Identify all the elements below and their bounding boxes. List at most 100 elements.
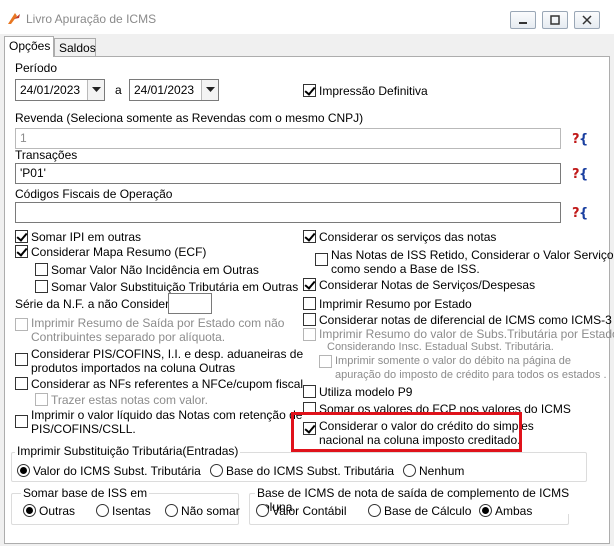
iss-outras-label: Outras [39, 504, 76, 518]
icms-base-calculo-label: Base de Cálculo [384, 504, 472, 518]
subst-valor-radio[interactable] [17, 464, 30, 477]
iss-retido-checkbox[interactable] [315, 253, 328, 266]
chevron-down-icon[interactable] [201, 80, 218, 100]
nfce-cupom-checkbox[interactable] [15, 377, 28, 390]
servicos-notas-label: Considerar os serviços das notas [319, 230, 497, 244]
iss-group-title: Somar base de ISS em [21, 486, 150, 500]
iss-nao-somar-label: Não somar [181, 504, 240, 518]
resumo-saida-estado-label-1: Imprimir Resumo de Saída por Estado com … [31, 316, 285, 330]
tab-saldos[interactable]: Saldos [54, 38, 96, 56]
diferencial-icms-label: Considerar notas de diferencial de ICMS … [319, 313, 612, 327]
somente-debito-checkbox[interactable] [319, 355, 332, 368]
subst-nenhum-label: Nenhum [419, 464, 465, 478]
notas-servicos-despesas-label: Considerar Notas de Serviços/Despesas [319, 278, 536, 292]
periodo-start-date[interactable]: 24/01/2023 [15, 79, 105, 101]
iss-nao-somar-radio[interactable] [165, 504, 178, 517]
maximize-icon [550, 15, 560, 25]
icms-valor-contabil-label: Valor Contábil [272, 504, 347, 518]
resumo-subst-estado-label-1: Imprimir Resumo do valor de Subs.Tributá… [319, 327, 614, 341]
impressao-definitiva-checkbox[interactable] [303, 84, 316, 97]
periodo-end-value: 24/01/2023 [134, 83, 195, 97]
svg-text:{: { [579, 132, 588, 147]
icms-base-calculo-radio[interactable] [368, 504, 381, 517]
trazer-notas-valor-checkbox[interactable] [35, 393, 48, 406]
maximize-button[interactable] [542, 11, 568, 29]
pis-cofins-importados-checkbox[interactable] [15, 353, 28, 366]
iss-isentas-label: Isentas [112, 504, 151, 518]
valor-liquido-retencao-label-2: PIS/COFINS/CSLL. [31, 422, 136, 436]
iss-retido-label-1: Nas Notas de ISS Retido, Considerar o Va… [331, 248, 614, 262]
minimize-button[interactable] [510, 11, 536, 29]
svg-text:{: { [579, 167, 588, 182]
subst-group-title: Imprimir Substituição Tributária(Entrada… [15, 444, 241, 458]
transacoes-lookup-button[interactable]: ? { [569, 163, 591, 183]
valor-liquido-retencao-checkbox[interactable] [15, 415, 28, 428]
close-icon [582, 15, 592, 25]
subst-valor-label: Valor do ICMS Subst. Tributária [33, 464, 201, 478]
serie-nf-input[interactable] [168, 293, 212, 314]
pis-cofins-importados-label-2: produtos importados na coluna Outras [31, 361, 236, 375]
impressao-definitiva-label: Impressão Definitiva [319, 84, 428, 98]
minimize-icon [519, 22, 527, 24]
periodo-end-date[interactable]: 24/01/2023 [129, 79, 219, 101]
app-logo-icon [8, 13, 20, 24]
cfop-label: Códigos Fiscais de Operação [15, 187, 173, 201]
somar-ipi-checkbox[interactable] [15, 230, 28, 243]
revenda-input[interactable]: 1 [15, 128, 561, 149]
title-bar: Livro Apuração de ICMS [0, 0, 614, 34]
highlight-box [291, 412, 522, 452]
subst-base-radio[interactable] [210, 464, 223, 477]
periodo-label: Período [15, 61, 58, 75]
resumo-subst-estado-checkbox[interactable] [303, 328, 316, 341]
iss-outras-radio[interactable] [23, 504, 36, 517]
servicos-notas-checkbox[interactable] [303, 230, 316, 243]
window-title: Livro Apuração de ICMS [26, 12, 157, 26]
cfop-input[interactable] [15, 202, 561, 223]
chevron-down-icon[interactable] [87, 80, 104, 100]
lookup-icon: ? { [572, 132, 588, 147]
lookup-icon: ? { [572, 167, 588, 182]
periodo-separator: a [115, 83, 122, 97]
window: Livro Apuração de ICMS Opções Saldos Per… [0, 0, 614, 546]
resumo-estado-checkbox[interactable] [303, 297, 316, 310]
pis-cofins-importados-label-1: Considerar PIS/COFINS, I.I. e desp. adua… [31, 347, 304, 361]
subst-tributaria-checkbox[interactable] [35, 280, 48, 293]
icms-ambas-radio[interactable] [479, 504, 492, 517]
nao-incidencia-label: Somar Valor Não Incidência em Outras [51, 263, 259, 277]
diferencial-icms-checkbox[interactable] [303, 313, 316, 326]
nfce-cupom-label: Considerar as NFs referentes a NFCe/cupo… [31, 377, 304, 391]
notas-servicos-despesas-checkbox[interactable] [303, 278, 316, 291]
lookup-icon: ? { [572, 206, 588, 221]
resumo-saida-estado-checkbox[interactable] [15, 318, 28, 331]
valor-liquido-retencao-label-1: Imprimir o valor líquido das Notas com r… [31, 408, 303, 422]
periodo-start-value: 24/01/2023 [20, 83, 81, 97]
iss-isentas-radio[interactable] [96, 504, 109, 517]
modelo-p9-checkbox[interactable] [303, 385, 316, 398]
somente-debito-label-1: Imprimir somente o valor do débito na pá… [335, 355, 572, 367]
subst-base-label: Base do ICMS Subst. Tributária [226, 464, 395, 478]
trazer-notas-valor-label: Trazer estas notas com valor. [51, 393, 208, 407]
transacoes-label: Transações [15, 148, 78, 162]
mapa-resumo-checkbox[interactable] [15, 245, 28, 258]
transacoes-input[interactable]: 'P01' [15, 163, 561, 184]
nao-incidencia-checkbox[interactable] [35, 263, 48, 276]
serie-nf-label: Série da N.F. a não Considerar [15, 297, 180, 311]
subst-tributaria-label: Somar Valor Substituição Tributária em O… [51, 280, 299, 294]
cfop-lookup-button[interactable]: ? { [569, 202, 591, 222]
options-panel: Período 24/01/2023 a 24/01/2023 Impressã… [4, 56, 614, 544]
icms-valor-contabil-radio[interactable] [256, 504, 269, 517]
resumo-saida-estado-label-2: Contribuintes separado por alíquota. [31, 330, 226, 344]
tab-opcoes[interactable]: Opções [4, 36, 54, 57]
subst-nenhum-radio[interactable] [403, 464, 416, 477]
modelo-p9-label: Utiliza modelo P9 [319, 385, 413, 399]
svg-text:{: { [579, 206, 588, 221]
resumo-estado-label: Imprimir Resumo por Estado [319, 297, 472, 311]
revenda-label: Revenda (Seleciona somente as Revendas c… [15, 111, 364, 125]
mapa-resumo-label: Considerar Mapa Resumo (ECF) [31, 245, 207, 259]
somar-ipi-label: Somar IPI em outras [31, 230, 142, 244]
resumo-subst-estado-label-2: Considerando Insc. Estadual Subst. Tribu… [327, 341, 554, 353]
somente-debito-label-2: apuração do imposto de crédito para todo… [335, 369, 607, 381]
close-button[interactable] [574, 11, 600, 29]
revenda-lookup-button[interactable]: ? { [569, 128, 591, 148]
iss-retido-label-2: como sendo a Base de ISS. [331, 262, 480, 276]
